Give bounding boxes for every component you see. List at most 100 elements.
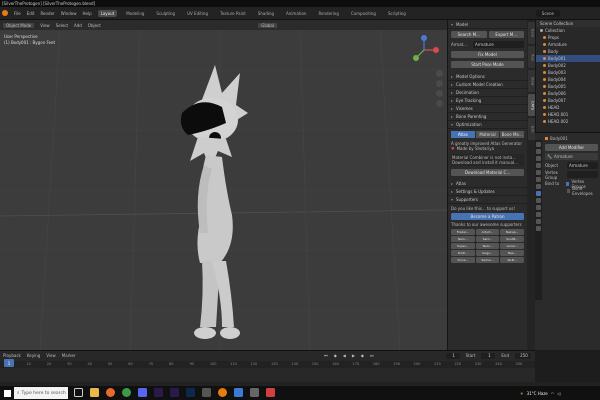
section-model-options[interactable]: ▸ Model Options: [448, 73, 527, 81]
constraints-tab-icon[interactable]: [536, 212, 541, 217]
supporter-button[interactable]: Arturt...: [475, 229, 500, 235]
section-visemes[interactable]: ▸ Visemes: [448, 105, 527, 113]
section-optimization[interactable]: ▾ Optimization: [448, 121, 527, 129]
workspace-tab-animation[interactable]: Animation: [283, 10, 309, 17]
outliner-item[interactable]: Body006: [536, 90, 600, 97]
start-pose-mode-button[interactable]: Start Pose Mode: [451, 61, 524, 68]
supporter-button[interactable]: Tanki...: [475, 243, 500, 249]
camera-icon[interactable]: [436, 90, 443, 97]
pan-hand-icon[interactable]: [436, 80, 443, 87]
photoshop-icon[interactable]: [186, 388, 195, 397]
physics-tab-icon[interactable]: [536, 205, 541, 210]
after-effects-icon[interactable]: [154, 388, 163, 397]
sidebar-tab-cats[interactable]: CATS: [527, 94, 535, 116]
section-eye-tracking[interactable]: ▸ Eye Tracking: [448, 97, 527, 105]
outliner-item[interactable]: Body005: [536, 83, 600, 90]
particles-tab-icon[interactable]: [536, 198, 541, 203]
tool-tab-icon[interactable]: [536, 142, 541, 147]
current-frame-field[interactable]: 1: [445, 352, 460, 359]
supporter-button[interactable]: Sero...: [475, 236, 500, 242]
blender-logo-icon[interactable]: [2, 10, 8, 16]
tab-material[interactable]: Material: [475, 131, 500, 138]
viewport-menu-view[interactable]: View: [40, 23, 50, 28]
outliner-item[interactable]: Armature: [536, 41, 600, 48]
checkbox[interactable]: [565, 181, 570, 186]
outliner-item[interactable]: HEAD: [536, 104, 600, 111]
zoom-icon[interactable]: [436, 70, 443, 77]
outliner-item[interactable]: Body004: [536, 76, 600, 83]
supporter-button[interactable]: Bas...: [500, 250, 524, 256]
workspace-tab-shading[interactable]: Shading: [255, 10, 277, 17]
end-frame-field[interactable]: 250: [515, 352, 531, 359]
taskbar-search[interactable]: ⌕ Type here to search: [14, 387, 68, 399]
scene-selector[interactable]: Scene: [535, 9, 560, 17]
menu-render[interactable]: Render: [40, 11, 54, 16]
section-model[interactable]: ▾ Model: [448, 20, 527, 29]
workspace-tab-texture-paint[interactable]: Texture Paint: [217, 10, 249, 17]
workspace-tab-sculpting[interactable]: Sculpting: [153, 10, 178, 17]
character-model[interactable]: [160, 65, 260, 350]
outliner-item[interactable]: HEAD.002: [536, 118, 600, 125]
supporter-button[interactable]: Samui...: [475, 257, 500, 263]
sidebar-tab-edit[interactable]: Edit: [527, 118, 535, 140]
supporter-button[interactable]: Gogo...: [475, 250, 500, 256]
playhead[interactable]: 1: [4, 359, 14, 367]
add-modifier-button[interactable]: Add Modifier: [545, 144, 598, 151]
viewport-menu-select[interactable]: Select: [56, 23, 68, 28]
section-settings-updates[interactable]: ▸ Settings & Updates: [448, 188, 527, 196]
timeline-ruler[interactable]: 0102030405060708090100110120130140150160…: [0, 361, 535, 368]
prev-keyframe-icon[interactable]: ◆: [334, 353, 337, 358]
supporter-button[interactable]: Vince...: [451, 257, 475, 263]
supporter-button[interactable]: Freder...: [451, 229, 475, 235]
workspace-tab-layout[interactable]: Layout: [97, 9, 118, 17]
workspace-tab-rendering[interactable]: Rendering: [315, 10, 341, 17]
mode-selector[interactable]: Object Mode: [3, 22, 35, 28]
transform-orientation[interactable]: Global: [258, 22, 277, 28]
supporter-button[interactable]: Nekup...: [500, 229, 524, 235]
task-view-icon[interactable]: [74, 388, 83, 397]
weather-text[interactable]: 31°C Haze: [527, 391, 548, 396]
section-atlas[interactable]: ▸ Atlas: [448, 180, 527, 188]
import-model-button[interactable]: Search M...: [451, 31, 487, 38]
section-decimation[interactable]: ▸ Decimation: [448, 89, 527, 97]
volume-icon[interactable]: ◁: [557, 391, 560, 396]
menu-help[interactable]: Help: [82, 11, 91, 16]
workspace-tab-scripting[interactable]: Scripting: [385, 10, 409, 17]
supporter-button[interactable]: Lonar...: [500, 243, 524, 249]
export-model-button[interactable]: Export M...: [488, 31, 524, 38]
sidebar-tab-tool[interactable]: Tool: [527, 46, 535, 68]
timeline-menu-marker[interactable]: Marker: [62, 353, 76, 358]
sidebar-tab-item[interactable]: Item: [527, 22, 535, 44]
play-reverse-icon[interactable]: ◀: [343, 353, 346, 358]
supporter-button[interactable]: Nero...: [451, 236, 475, 242]
menu-window[interactable]: Window: [61, 11, 77, 16]
play-icon[interactable]: ▶: [352, 353, 355, 358]
app-icon[interactable]: [234, 388, 243, 397]
workspace-tab-uv-editing[interactable]: UV Editing: [184, 10, 211, 17]
weather-icon[interactable]: ☀: [520, 391, 524, 396]
tab-atlas[interactable]: Atlas: [451, 131, 475, 138]
armature-select[interactable]: Armature: [473, 41, 524, 48]
tab-bone-merge[interactable]: Bone Me...: [500, 131, 525, 138]
material-tab-icon[interactable]: [536, 226, 541, 231]
workspace-tab-compositing[interactable]: Compositing: [348, 10, 379, 17]
supporter-button[interactable]: Super...: [451, 243, 475, 249]
app-icon[interactable]: [250, 388, 259, 397]
discord-icon[interactable]: [138, 388, 147, 397]
world-tab-icon[interactable]: [536, 177, 541, 182]
view-layer-tab-icon[interactable]: [536, 163, 541, 168]
wifi-icon[interactable]: ◠: [551, 391, 555, 396]
object-tab-icon[interactable]: [536, 184, 541, 189]
supporter-button[interactable]: SoulM...: [500, 236, 524, 242]
outliner-item[interactable]: Body003: [536, 69, 600, 76]
modifier-tab-icon[interactable]: [536, 191, 541, 196]
app-icon[interactable]: [202, 388, 211, 397]
render-tab-icon[interactable]: [536, 149, 541, 154]
timeline-menu-view[interactable]: View: [46, 353, 56, 358]
fix-model-button[interactable]: Fix Model: [451, 51, 524, 58]
menu-edit[interactable]: Edit: [27, 11, 35, 16]
firefox-icon[interactable]: [106, 388, 115, 397]
workspace-tab-modeling[interactable]: Modeling: [123, 10, 147, 17]
timeline-menu-playback[interactable]: Playback: [3, 353, 21, 358]
timeline-menu-keying[interactable]: Keying: [27, 353, 40, 358]
